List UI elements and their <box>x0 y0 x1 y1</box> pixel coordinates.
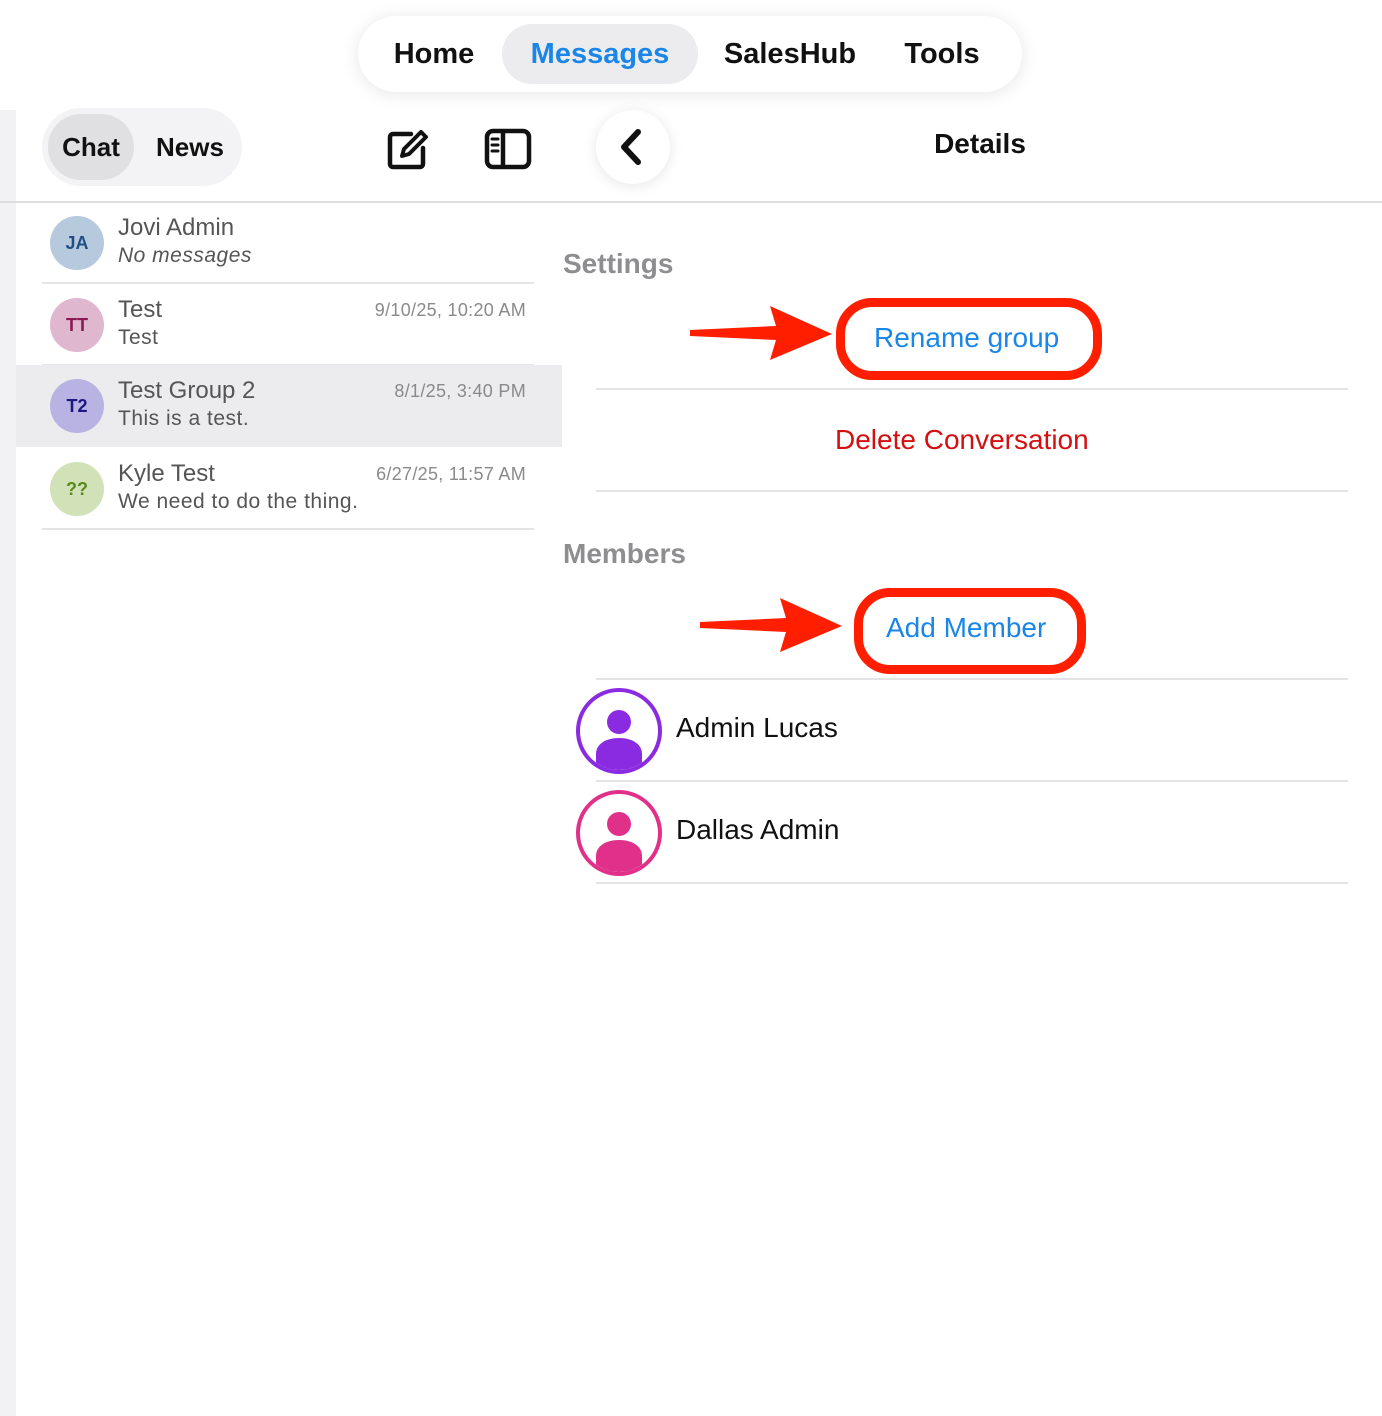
chat-name: Kyle Test <box>118 460 215 487</box>
member-name: Dallas Admin <box>676 814 840 845</box>
delete-conversation-button[interactable]: Delete Conversation <box>835 424 1089 456</box>
tab-messages[interactable]: Messages <box>502 24 698 84</box>
chat-preview: We need to do the thing. <box>118 490 359 513</box>
sidebar-toggle-icon[interactable] <box>483 124 533 174</box>
top-navigation: Home Messages SalesHub Tools <box>358 16 1022 92</box>
chat-preview: This is a test. <box>118 407 250 430</box>
segment-chat[interactable]: Chat <box>48 114 134 180</box>
left-gutter <box>0 110 16 1416</box>
row-divider <box>596 678 1348 680</box>
member-avatar <box>576 688 662 774</box>
segment-news[interactable]: News <box>142 114 238 180</box>
members-section-label: Members <box>563 538 686 569</box>
tab-home[interactable]: Home <box>378 24 490 84</box>
row-divider <box>42 528 534 530</box>
person-icon <box>596 812 642 872</box>
settings-section-label: Settings <box>563 248 674 279</box>
row-divider <box>596 490 1348 492</box>
chat-list-item[interactable]: JA Jovi Admin No messages <box>16 202 562 284</box>
avatar: TT <box>50 298 104 352</box>
rename-group-button[interactable]: Rename group <box>874 322 1059 354</box>
annotation-arrow <box>690 306 832 360</box>
chat-name: Test <box>118 296 163 323</box>
member-name: Admin Lucas <box>676 712 838 743</box>
tab-saleshub[interactable]: SalesHub <box>710 24 870 84</box>
chat-timestamp: 6/27/25, 11:57 AM <box>376 464 526 484</box>
chat-list-item-selected[interactable]: T2 Test Group 2 This is a test. 8/1/25, … <box>16 365 562 447</box>
chat-preview: No messages <box>118 244 252 267</box>
annotation-arrow <box>700 598 842 652</box>
chat-news-segmented-control: Chat News <box>42 108 242 186</box>
chat-name: Test Group 2 <box>118 377 256 404</box>
page-title: Details <box>934 128 1026 159</box>
add-member-button[interactable]: Add Member <box>886 612 1046 644</box>
avatar: JA <box>50 216 104 270</box>
chat-list-item[interactable]: TT Test Test 9/10/25, 10:20 AM <box>16 284 562 366</box>
chat-timestamp: 8/1/25, 3:40 PM <box>394 381 526 401</box>
row-divider <box>596 882 1348 884</box>
compose-icon[interactable] <box>383 124 433 174</box>
tab-tools[interactable]: Tools <box>882 24 1002 84</box>
row-divider <box>596 780 1348 782</box>
chat-preview: Test <box>118 326 159 349</box>
member-avatar <box>576 790 662 876</box>
chat-timestamp: 9/10/25, 10:20 AM <box>374 300 526 320</box>
member-row[interactable]: Admin Lucas <box>576 684 1356 780</box>
person-icon <box>596 710 642 770</box>
row-divider <box>596 388 1348 390</box>
back-button[interactable] <box>596 110 670 184</box>
chat-name: Jovi Admin <box>118 214 235 241</box>
avatar: T2 <box>50 379 104 433</box>
chevron-left-icon <box>621 129 641 165</box>
avatar: ?? <box>50 462 104 516</box>
member-row[interactable]: Dallas Admin <box>576 786 1356 882</box>
chat-list-item[interactable]: ?? Kyle Test We need to do the thing. 6/… <box>16 448 562 530</box>
